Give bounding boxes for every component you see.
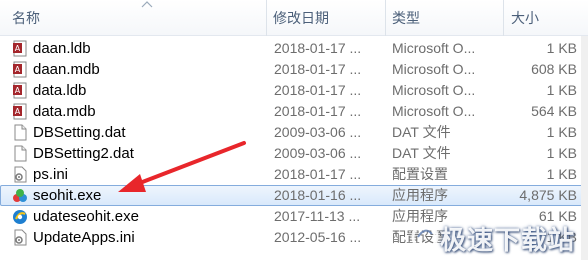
file-name: data.ldb [33, 82, 87, 99]
svg-text:A: A [15, 44, 21, 53]
file-type: DAT 文件 [392, 145, 451, 161]
file-size: 4,875 KB [519, 187, 577, 203]
update-app-icon [13, 210, 27, 224]
file-row[interactable]: ps.ini 2018-01-17 ... 配置设置 1 KB [0, 164, 588, 185]
file-row[interactable]: A data.mdb 2018-01-17 ... Microsoft O...… [0, 101, 588, 122]
svg-text:A: A [15, 107, 21, 116]
file-size: 1 KB [546, 82, 577, 98]
column-header-type-label: 类型 [392, 10, 420, 26]
blank-file-icon [14, 124, 27, 141]
file-size: 608 KB [531, 61, 577, 77]
watermark-logo: 极速下载站 [410, 216, 588, 260]
watermark-swirl-icon [411, 223, 439, 251]
access-icon: A [13, 61, 27, 78]
file-name: daan.mdb [33, 61, 100, 78]
seohit-app-icon [13, 189, 27, 202]
file-name: data.mdb [33, 103, 96, 120]
file-size: 1 KB [546, 124, 577, 140]
file-name: UpdateApps.ini [33, 229, 135, 246]
settings-file-icon [14, 166, 27, 183]
access-icon: A [13, 40, 27, 57]
access-icon: A [13, 82, 27, 99]
column-divider[interactable] [385, 0, 386, 36]
file-name: DBSetting.dat [33, 124, 126, 141]
access-icon: A [13, 103, 27, 120]
file-type: 配置设置 [392, 166, 448, 182]
sort-ascending-icon [141, 1, 153, 8]
file-size: 1 KB [546, 166, 577, 182]
column-header-name-label: 名称 [12, 10, 40, 26]
file-size: 1 KB [546, 40, 577, 56]
file-date: 2018-01-17 ... [274, 82, 362, 98]
file-row[interactable]: A daan.mdb 2018-01-17 ... Microsoft O...… [0, 59, 588, 80]
file-type: Microsoft O... [392, 61, 476, 77]
column-divider[interactable] [266, 0, 267, 36]
file-row[interactable]: DBSetting.dat 2009-03-06 ... DAT 文件 1 KB [0, 122, 588, 143]
svg-text:A: A [15, 65, 21, 74]
file-type: Microsoft O... [392, 82, 476, 98]
file-date: 2018-01-17 ... [274, 103, 362, 119]
file-name: DBSetting2.dat [33, 145, 134, 162]
column-header-bar: 名称 修改日期 类型 大小 [0, 0, 588, 36]
file-type: 应用程序 [392, 187, 448, 203]
blank-file-icon [14, 145, 27, 162]
file-size: 564 KB [531, 103, 577, 119]
svg-text:A: A [15, 86, 21, 95]
file-date: 2009-03-06 ... [274, 124, 362, 140]
file-row[interactable]: DBSetting2.dat 2009-03-06 ... DAT 文件 1 K… [0, 143, 588, 164]
column-header-date-label: 修改日期 [273, 10, 329, 26]
file-row-selected[interactable]: seohit.exe 2018-01-16 ... 应用程序 4,875 KB [0, 185, 588, 206]
file-size: 1 KB [546, 145, 577, 161]
file-row[interactable]: A daan.ldb 2018-01-17 ... Microsoft O...… [0, 38, 588, 59]
file-date: 2012-05-16 ... [274, 229, 362, 245]
file-date: 2018-01-16 ... [274, 187, 362, 203]
column-divider[interactable] [503, 0, 504, 36]
column-header-size[interactable]: 大小 [511, 0, 581, 36]
file-name: daan.ldb [33, 40, 91, 57]
file-type: Microsoft O... [392, 40, 476, 56]
file-date: 2018-01-17 ... [274, 40, 362, 56]
file-name: udateseohit.exe [33, 208, 139, 225]
file-name: seohit.exe [33, 187, 102, 204]
file-date: 2018-01-17 ... [274, 166, 362, 182]
column-header-date[interactable]: 修改日期 [273, 0, 383, 36]
file-date: 2009-03-06 ... [274, 145, 362, 161]
column-header-name[interactable]: 名称 [12, 0, 262, 36]
file-date: 2017-11-13 ... [274, 208, 361, 224]
file-type: Microsoft O... [392, 103, 476, 119]
file-name: ps.ini [33, 166, 69, 183]
column-header-type[interactable]: 类型 [392, 0, 502, 36]
file-row[interactable]: A data.ldb 2018-01-17 ... Microsoft O...… [0, 80, 588, 101]
settings-file-icon [14, 229, 27, 246]
file-date: 2018-01-17 ... [274, 61, 362, 77]
watermark-text: 极速下载站 [440, 226, 576, 256]
column-header-size-label: 大小 [511, 10, 539, 26]
file-type: DAT 文件 [392, 124, 451, 140]
